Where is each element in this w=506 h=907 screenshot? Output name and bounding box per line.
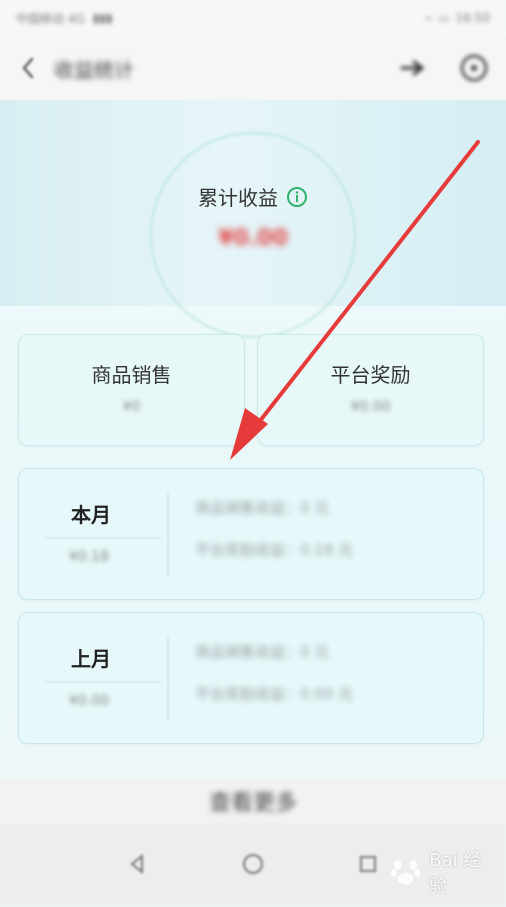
wifi-icon: ⌁	[424, 11, 433, 25]
this-month-reward-line: 平台奖励收益：0.18 元	[195, 541, 354, 559]
status-left: 中国移动 4G ▮▮▮	[16, 10, 113, 27]
app-header: 收益统计	[0, 36, 506, 100]
total-earnings-value: ¥0.00	[218, 226, 288, 251]
last-month-title: 上月	[71, 647, 111, 671]
view-more-label: 查看更多	[208, 791, 297, 816]
header-actions	[396, 52, 490, 84]
this-month-sales-line: 商品销售收益：0 元	[195, 499, 330, 517]
clock-text: 16:50	[455, 11, 490, 25]
platform-reward-label: 平台奖励	[330, 363, 411, 387]
product-sales-label: 商品销售	[91, 363, 172, 387]
nav-back-icon	[130, 853, 143, 874]
back-icon[interactable]	[16, 56, 40, 80]
status-right: ⌁ ▭ 16:50	[425, 11, 490, 25]
last-month-left: 上月 ¥0.00	[19, 613, 167, 743]
this-month-underline	[45, 537, 161, 539]
this-month-details: 商品销售收益：0 元 平台奖励收益：0.18 元	[195, 497, 353, 581]
carrier-text: 中国移动 4G	[16, 11, 85, 26]
earnings-banner: 累计收益 ¥0.00	[0, 100, 506, 338]
status-bar: 中国移动 4G ▮▮▮ ⌁ ▭ 16:50	[0, 0, 506, 36]
baidu-watermark: Bai 经验	[388, 845, 498, 899]
total-earnings-label-row: 累计收益	[0, 182, 506, 211]
battery-icon: ▭	[438, 11, 450, 25]
nav-home-icon	[242, 853, 263, 874]
platform-reward-value: ¥0.00	[350, 399, 391, 415]
product-sales-value: ¥0	[122, 399, 141, 415]
this-month-card[interactable]: 本月 ¥0.18 商品销售收益：0 元 平台奖励收益：0.18 元	[18, 468, 484, 600]
earnings-page: 中国移动 4G ▮▮▮ ⌁ ▭ 16:50 收益统计 累计收益 ¥0.00 商品…	[0, 0, 506, 907]
last-month-reward-line: 平台奖励收益：0.00 元	[195, 685, 354, 703]
last-month-underline	[45, 681, 161, 683]
info-icon[interactable]	[286, 186, 308, 208]
platform-reward-card[interactable]: 平台奖励 ¥0.00	[257, 334, 484, 446]
more-icon	[460, 54, 488, 82]
last-month-sales-line: 商品销售收益：0 元	[195, 643, 330, 661]
signal-icon: ▮▮▮	[92, 11, 113, 25]
last-month-details: 商品销售收益：0 元 平台奖励收益：0.00 元	[195, 641, 353, 725]
this-month-amount: ¥0.18	[69, 549, 110, 565]
last-month-card[interactable]: 上月 ¥0.00 商品销售收益：0 元 平台奖励收益：0.00 元	[18, 612, 484, 744]
summary-cards: 商品销售 ¥0 平台奖励 ¥0.00	[18, 334, 484, 446]
total-earnings-label: 累计收益	[198, 186, 278, 210]
more-button[interactable]	[458, 52, 490, 84]
this-month-left: 本月 ¥0.18	[19, 469, 167, 599]
watermark-text: Bai 经验	[429, 850, 482, 897]
paw-icon	[390, 860, 421, 885]
last-month-divider	[167, 637, 169, 721]
share-button[interactable]	[396, 52, 428, 84]
this-month-divider	[167, 493, 169, 577]
product-sales-card[interactable]: 商品销售 ¥0	[18, 334, 245, 446]
page-title: 收益统计	[54, 57, 134, 82]
nav-home-button[interactable]	[241, 852, 265, 880]
last-month-amount: ¥0.00	[69, 693, 110, 709]
this-month-title: 本月	[71, 503, 111, 527]
view-more-button[interactable]: 查看更多	[0, 778, 506, 824]
nav-recents-button[interactable]	[356, 852, 380, 880]
nav-recents-icon	[360, 855, 377, 872]
nav-back-button[interactable]	[126, 852, 150, 880]
share-icon	[400, 60, 425, 76]
